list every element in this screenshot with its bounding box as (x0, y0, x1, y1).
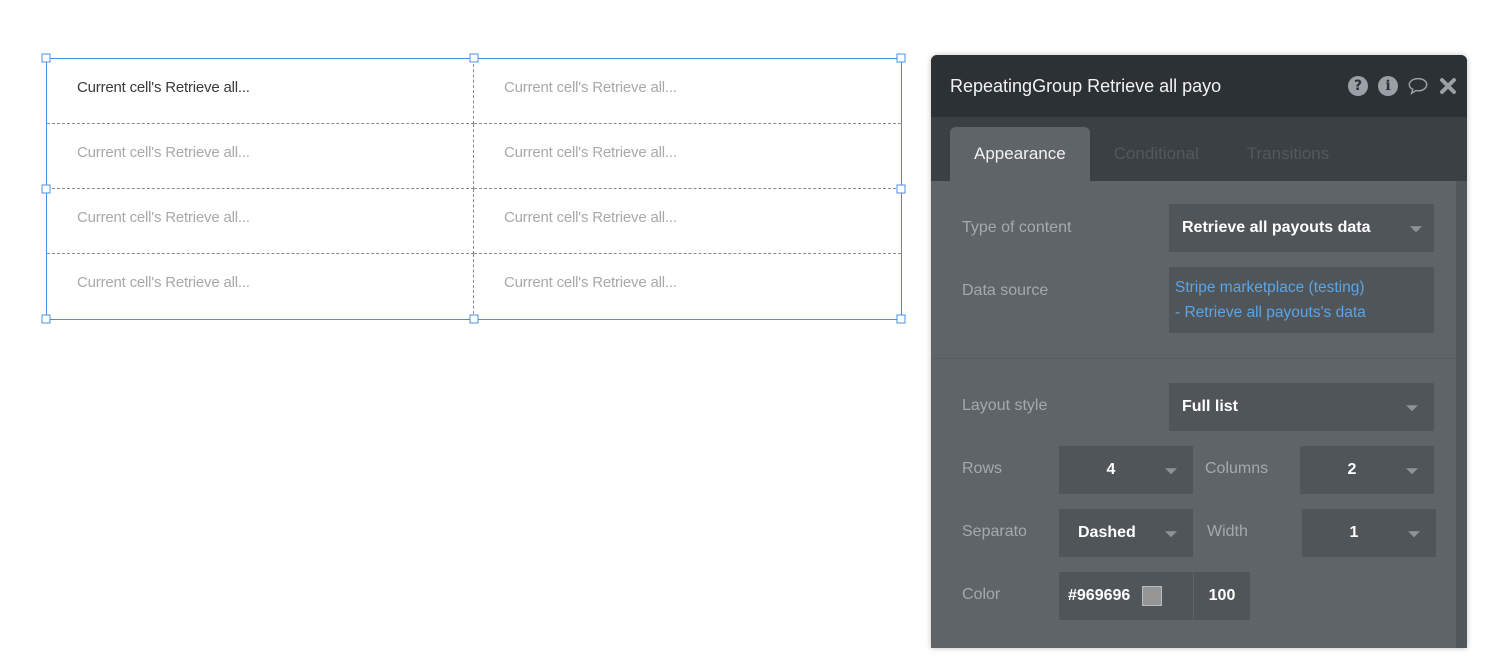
data-source-field[interactable]: Stripe marketplace (testing) - Retrieve … (1169, 267, 1434, 333)
rg-cell[interactable]: Current cell's Retrieve all... (47, 254, 474, 319)
separator-label: Separato (962, 523, 1027, 540)
rg-cell[interactable]: Current cell's Retrieve all... (474, 254, 901, 319)
repeating-group-grid: Current cell's Retrieve all... Current c… (47, 59, 901, 319)
resize-handle-top-right[interactable] (896, 53, 906, 63)
columns-label: Columns (1205, 460, 1269, 477)
property-editor-panel: RepeatingGroup Retrieve all payo ? i App… (931, 55, 1467, 648)
info-icon[interactable]: i (1377, 75, 1399, 97)
resize-handle-bottom[interactable] (469, 314, 479, 324)
panel-header[interactable]: RepeatingGroup Retrieve all payo ? i (931, 55, 1467, 117)
color-swatch[interactable] (1142, 586, 1163, 606)
type-of-content-label: Type of content (962, 219, 1072, 236)
color-opacity-value: 100 (1208, 587, 1236, 604)
panel-title: RepeatingGroup Retrieve all payo (950, 75, 1222, 96)
chevron-down-icon (1165, 531, 1177, 538)
rg-cell[interactable]: Current cell's Retrieve all... (47, 59, 474, 124)
columns-dropdown[interactable]: 2 (1300, 446, 1434, 494)
color-picker[interactable]: #969696 (1059, 572, 1193, 620)
width-dropdown[interactable]: 1 (1302, 509, 1436, 557)
cell-text: Current cell's Retrieve all... (77, 143, 250, 161)
layout-style-dropdown[interactable]: Full list (1169, 383, 1434, 431)
rg-cell[interactable]: Current cell's Retrieve all... (474, 124, 901, 189)
resize-handle-left[interactable] (41, 184, 51, 194)
type-of-content-value: Retrieve all payouts data (1182, 219, 1371, 236)
columns-value: 2 (1347, 461, 1357, 478)
type-of-content-dropdown[interactable]: Retrieve all payouts data (1169, 204, 1434, 252)
rows-value: 4 (1106, 461, 1116, 478)
panel-scrollbar[interactable] (1456, 181, 1467, 648)
rg-cell[interactable]: Current cell's Retrieve all... (47, 124, 474, 189)
resize-handle-right[interactable] (896, 184, 906, 194)
rows-label: Rows (962, 460, 1003, 477)
rg-cell[interactable]: Current cell's Retrieve all... (474, 189, 901, 254)
rows-dropdown[interactable]: 4 (1059, 446, 1193, 494)
resize-handle-bottom-left[interactable] (41, 314, 51, 324)
header-icons: ? i (1347, 75, 1467, 97)
rg-cell[interactable]: Current cell's Retrieve all... (47, 189, 474, 254)
chevron-down-icon (1406, 468, 1418, 475)
cell-text: Current cell's Retrieve all... (504, 78, 677, 96)
tab-appearance[interactable]: Appearance (950, 127, 1090, 181)
comment-icon[interactable] (1407, 75, 1429, 97)
panel-tabs: Appearance Conditional Transitions (931, 117, 1467, 181)
resize-handle-bottom-right[interactable] (896, 314, 906, 324)
resize-handle-top[interactable] (469, 53, 479, 63)
cell-text: Current cell's Retrieve all... (504, 143, 677, 161)
repeating-group[interactable]: Current cell's Retrieve all... Current c… (41, 53, 906, 324)
cell-text: Current cell's Retrieve all... (77, 274, 250, 291)
layout-style-label: Layout style (962, 397, 1048, 414)
section-divider (931, 358, 1456, 359)
separator-value: Dashed (1078, 524, 1136, 541)
chevron-down-icon (1408, 531, 1420, 538)
tab-conditional[interactable]: Conditional (1090, 127, 1223, 181)
close-icon[interactable] (1437, 75, 1459, 97)
color-label: Color (962, 586, 1001, 603)
data-source-label: Data source (962, 282, 1049, 299)
cell-text: Current cell's Retrieve all... (504, 274, 677, 291)
rg-cell[interactable]: Current cell's Retrieve all... (474, 59, 901, 124)
separator-dropdown[interactable]: Dashed (1059, 509, 1193, 557)
chevron-down-icon (1165, 468, 1177, 475)
data-source-line2: - Retrieve all payouts's data (1175, 304, 1366, 321)
cell-text: Current cell's Retrieve all... (77, 78, 250, 96)
color-opacity-input[interactable]: 100 (1194, 572, 1250, 620)
color-hex-value: #969696 (1068, 587, 1131, 604)
resize-handle-top-left[interactable] (41, 53, 51, 63)
cell-text: Current cell's Retrieve all... (504, 208, 677, 226)
help-icon[interactable]: ? (1347, 75, 1369, 97)
chevron-down-icon (1410, 226, 1422, 233)
width-value: 1 (1349, 524, 1359, 541)
layout-style-value: Full list (1182, 398, 1238, 415)
cell-text: Current cell's Retrieve all... (77, 208, 250, 226)
chevron-down-icon (1406, 405, 1418, 412)
tab-transitions[interactable]: Transitions (1223, 127, 1354, 181)
width-label: Width (1207, 523, 1248, 540)
data-source-line1: Stripe marketplace (testing) (1175, 279, 1365, 296)
